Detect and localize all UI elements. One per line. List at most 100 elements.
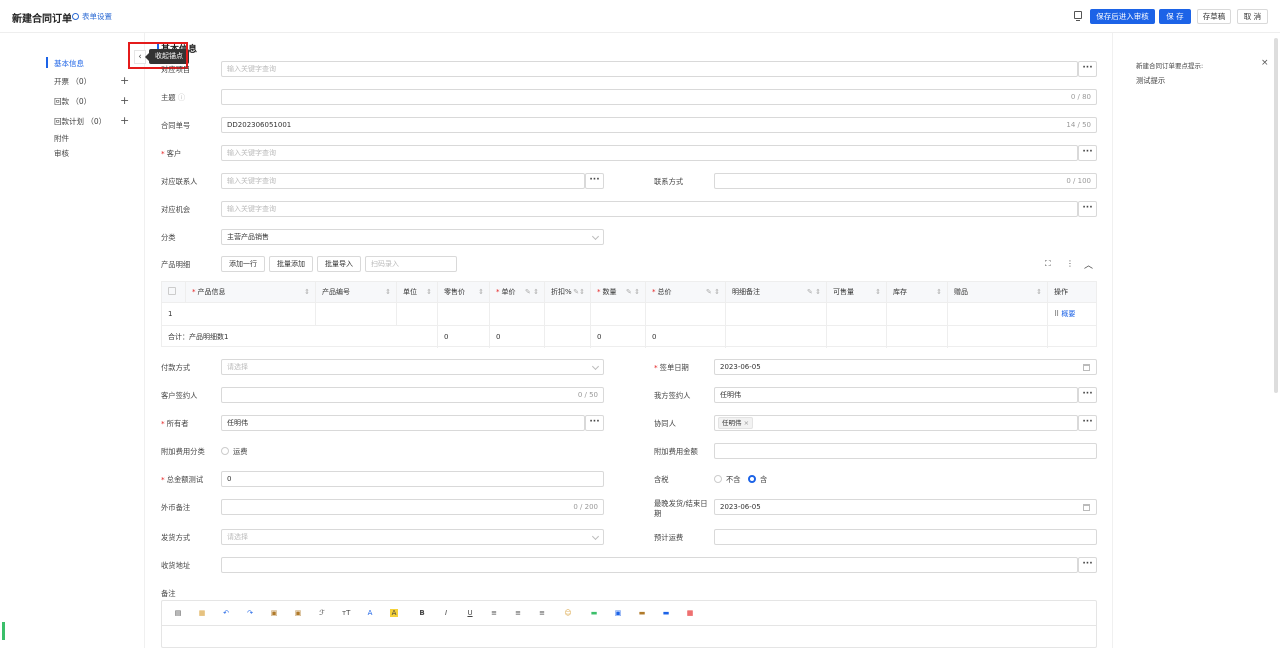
- paste-text-icon[interactable]: ▣: [294, 609, 302, 617]
- font-family-icon[interactable]: ℱ: [318, 609, 326, 617]
- nav-item-review[interactable]: 审核: [54, 148, 69, 159]
- chance-input[interactable]: 输入关键字查询: [221, 201, 1078, 217]
- opportunity-more-button[interactable]: ···: [1078, 61, 1097, 77]
- owner-input[interactable]: 任明伟: [221, 415, 585, 431]
- col-gift[interactable]: 赠品 ⇕: [948, 282, 1048, 302]
- scrollbar[interactable]: [1274, 38, 1278, 393]
- collaborator-tag[interactable]: 任明伟 ×: [718, 417, 754, 429]
- cell-total[interactable]: [646, 302, 726, 325]
- save-draft-button[interactable]: 存草稿: [1197, 9, 1231, 24]
- highlight-color-icon[interactable]: A: [390, 609, 398, 617]
- cell-discount[interactable]: [545, 302, 591, 325]
- column-settings-icon[interactable]: ⋮: [1066, 259, 1074, 268]
- col-quantity[interactable]: * 数量 ✎ ⇕: [591, 282, 646, 302]
- col-stock[interactable]: 库存 ⇕: [887, 282, 948, 302]
- scan-input[interactable]: 扫码录入: [365, 256, 457, 272]
- chance-more-button[interactable]: ···: [1078, 201, 1097, 217]
- freight-radio[interactable]: 运费: [221, 447, 248, 457]
- add-payment-icon[interactable]: +: [120, 95, 129, 106]
- template-icon[interactable]: ▦: [198, 609, 206, 617]
- nav-item-basic-info[interactable]: 基本信息: [54, 58, 84, 69]
- extra-fee-amount-input[interactable]: [714, 443, 1097, 459]
- cell-unit-price[interactable]: [490, 302, 545, 325]
- align-right-icon[interactable]: ≡: [538, 609, 546, 617]
- image-icon[interactable]: ▣: [614, 609, 622, 617]
- nav-item-payment[interactable]: 回款 （0）: [54, 96, 91, 107]
- customer-signer-input[interactable]: 0 / 50: [221, 387, 604, 403]
- select-all-checkbox[interactable]: [162, 282, 186, 302]
- nav-item-invoice[interactable]: 开票 （0）: [54, 76, 91, 87]
- ship-method-select[interactable]: 请选择: [221, 529, 604, 545]
- table-icon[interactable]: ▦: [686, 609, 694, 617]
- cell-gift[interactable]: [948, 302, 1048, 325]
- total-amount-input[interactable]: 0: [221, 471, 604, 487]
- collaborator-more-button[interactable]: ···: [1078, 415, 1097, 431]
- col-unit-price[interactable]: * 单价 ✎ ⇕: [490, 282, 545, 302]
- contract-no-input[interactable]: DD202306051001 14 / 50: [221, 117, 1097, 133]
- cell-product-info[interactable]: [186, 302, 316, 325]
- address-more-button[interactable]: ···: [1078, 557, 1097, 573]
- contact-method-input[interactable]: 0 / 100: [714, 173, 1097, 189]
- col-product-info[interactable]: * 产品信息 ⇕: [186, 282, 316, 302]
- redo-icon[interactable]: ↷: [246, 609, 254, 617]
- col-product-no[interactable]: 产品编号 ⇕: [316, 282, 397, 302]
- font-color-icon[interactable]: A: [366, 609, 374, 617]
- subject-input[interactable]: 0 / 80: [221, 89, 1097, 105]
- batch-import-button[interactable]: 批量导入: [317, 256, 361, 272]
- align-center-icon[interactable]: ≡: [514, 609, 522, 617]
- form-settings-link[interactable]: 表单设置: [72, 11, 112, 22]
- undo-icon[interactable]: ↶: [222, 609, 230, 617]
- save-button[interactable]: 保 存: [1159, 9, 1191, 24]
- row-summary-link[interactable]: ⠿ 概要: [1048, 302, 1096, 325]
- underline-icon[interactable]: U: [466, 609, 474, 617]
- owner-more-button[interactable]: ···: [585, 415, 604, 431]
- cell-remark[interactable]: [726, 302, 827, 325]
- batch-add-button[interactable]: 批量添加: [269, 256, 313, 272]
- opportunity-input[interactable]: 输入关键字查询: [221, 61, 1078, 77]
- our-signer-input[interactable]: 任明伟: [714, 387, 1078, 403]
- tax-exclusive-radio[interactable]: 不含: [714, 475, 741, 485]
- paste-icon[interactable]: ▣: [270, 609, 278, 617]
- emoji-icon[interactable]: ☺: [564, 609, 572, 617]
- col-available[interactable]: 可售量 ⇕: [827, 282, 887, 302]
- contact-input[interactable]: 输入关键字查询: [221, 173, 585, 189]
- est-freight-input[interactable]: [714, 529, 1097, 545]
- collaborator-input[interactable]: 任明伟 ×: [714, 415, 1078, 431]
- cancel-button[interactable]: 取 消: [1237, 9, 1268, 24]
- save-and-review-button[interactable]: 保存后进入审核: [1090, 9, 1155, 24]
- font-size-icon[interactable]: тT: [342, 609, 350, 617]
- payment-select[interactable]: 请选择: [221, 359, 604, 375]
- insert-line-icon[interactable]: ▬: [590, 609, 598, 617]
- customer-input[interactable]: 输入关键字查询: [221, 145, 1078, 161]
- media-icon[interactable]: ▬: [638, 609, 646, 617]
- col-total-price[interactable]: * 总价 ✎ ⇕: [646, 282, 726, 302]
- add-payment-plan-icon[interactable]: +: [120, 115, 129, 126]
- foreign-note-input[interactable]: 0 / 200: [221, 499, 604, 515]
- category-select[interactable]: 主营产品销售: [221, 229, 604, 245]
- rich-text-editor[interactable]: ▤ ▦ ↶ ↷ ▣ ▣ ℱ тT A A B I U ≡ ≡ ≡ ☺ ▬ ▣ ▬…: [161, 600, 1097, 648]
- add-invoice-icon[interactable]: +: [120, 75, 129, 86]
- col-discount[interactable]: 折扣% ✎⇕: [545, 282, 591, 302]
- preview-icon[interactable]: [1074, 11, 1082, 21]
- chevron-up-icon[interactable]: ︿: [1084, 258, 1093, 271]
- address-input[interactable]: [221, 557, 1078, 573]
- nav-item-payment-plan[interactable]: 回款计划 （0）: [54, 116, 106, 127]
- col-unit[interactable]: 单位 ⇕: [397, 282, 438, 302]
- sign-date-picker[interactable]: 2023-06-05: [714, 359, 1097, 375]
- source-icon[interactable]: ▤: [174, 609, 182, 617]
- cell-quantity[interactable]: [591, 302, 646, 325]
- horizontal-rule-icon[interactable]: ▬: [662, 609, 670, 617]
- our-signer-more-button[interactable]: ···: [1078, 387, 1097, 403]
- close-icon[interactable]: ×: [1261, 58, 1269, 68]
- nav-item-attachment[interactable]: 附件: [54, 133, 69, 144]
- fullscreen-icon[interactable]: ⛶: [1045, 259, 1051, 269]
- col-retail-price[interactable]: 零售价 ⇕: [438, 282, 490, 302]
- contact-more-button[interactable]: ···: [585, 173, 604, 189]
- italic-icon[interactable]: I: [442, 609, 450, 617]
- tax-inclusive-radio[interactable]: 含: [748, 475, 767, 485]
- align-left-icon[interactable]: ≡: [490, 609, 498, 617]
- add-row-button[interactable]: 添加一行: [221, 256, 265, 272]
- col-detail-remark[interactable]: 明细备注 ✎ ⇕: [726, 282, 827, 302]
- customer-more-button[interactable]: ···: [1078, 145, 1097, 161]
- bold-icon[interactable]: B: [418, 609, 426, 617]
